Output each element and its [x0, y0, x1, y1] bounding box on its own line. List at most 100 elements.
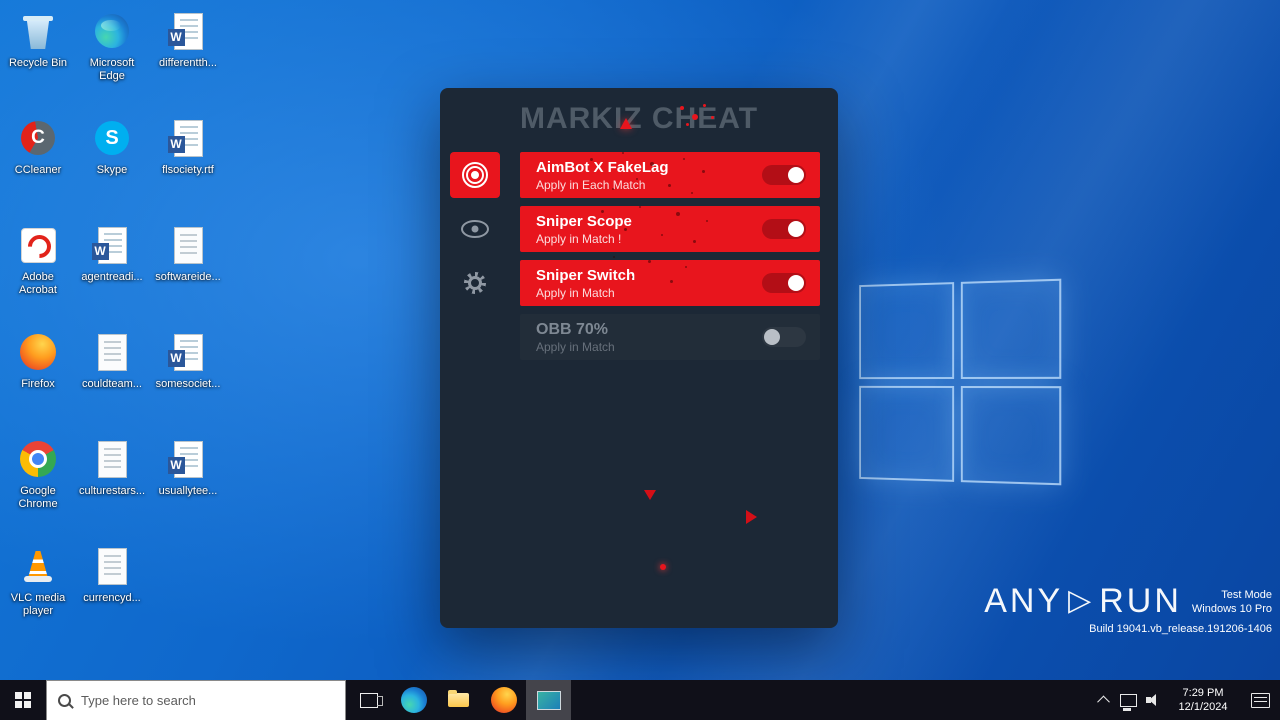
cheat-feature-list: AimBot X FakeLag Apply in Each Match Sni…: [520, 152, 820, 368]
desktop-icon-label: somesociet...: [155, 378, 221, 390]
desktop-icon[interactable]: couldteam...: [74, 327, 150, 434]
desktop-icon[interactable]: culturestars...: [74, 434, 150, 541]
desktop-icon[interactable]: VLC media player: [2, 541, 74, 648]
taskbar-file-explorer-button[interactable]: [436, 680, 481, 720]
desktop-icon-label: couldteam...: [82, 378, 142, 390]
cheat-feature-row: OBB 70% Apply in Match: [520, 314, 820, 360]
action-center-button[interactable]: [1240, 680, 1280, 720]
desktop-icon[interactable]: CCleaner: [2, 113, 74, 220]
taskbar-active-app-button[interactable]: [526, 680, 571, 720]
windows-start-icon: [15, 692, 31, 708]
os-name-label: Windows 10 Pro: [1191, 602, 1272, 615]
edge-icon: [95, 14, 129, 48]
cheat-sidebar: [450, 152, 500, 314]
desktop-icon-label: usuallytee...: [158, 485, 218, 497]
network-button[interactable]: [1116, 680, 1141, 720]
toggle-knob: [788, 221, 804, 237]
desktop-icon[interactable]: agentreadi...: [74, 220, 150, 327]
desktop-icon[interactable]: Microsoft Edge: [74, 6, 150, 113]
desktop-icon-label: CCleaner: [14, 164, 62, 176]
taskbar-search[interactable]: Type here to search: [46, 680, 346, 720]
text-icon: [97, 440, 127, 478]
volume-button[interactable]: [1141, 680, 1166, 720]
taskbar-clock[interactable]: 7:29 PM 12/1/2024: [1166, 680, 1240, 720]
word-icon: [167, 12, 203, 50]
edge-icon: [400, 687, 427, 713]
test-mode-label: Test Mode: [1221, 588, 1272, 601]
action-center-icon: [1250, 692, 1270, 708]
desktop-icon-label: differentth...: [159, 57, 217, 69]
chrome-icon: [20, 441, 56, 477]
feature-toggle[interactable]: [762, 219, 806, 239]
taskbar-firefox-button[interactable]: [481, 680, 526, 720]
word-icon: [167, 119, 203, 157]
feature-title: OBB 70%: [536, 320, 609, 338]
task-view-icon: [359, 692, 383, 708]
vlc-icon: [20, 548, 56, 584]
desktop-icon[interactable]: Skype: [74, 113, 150, 220]
search-placeholder: Type here to search: [81, 693, 196, 708]
cheat-feature-row: Sniper Switch Apply in Match: [520, 260, 820, 306]
desktop-icon-label: Google Chrome: [18, 485, 58, 510]
anyrun-watermark: ANY ▷ RUN Test Mode Windows 10 Pro Build…: [984, 582, 1272, 636]
desktop-icon-label: softwareide...: [155, 271, 221, 283]
firefox-icon: [490, 687, 517, 713]
desktop-icon[interactable]: usuallytee...: [150, 434, 226, 541]
desktop-icon-grid: Recycle Bin Microsoft Edge differentth..…: [2, 6, 226, 648]
desktop-icon[interactable]: Recycle Bin: [2, 6, 74, 113]
file-explorer-icon: [448, 690, 469, 707]
toggle-knob: [788, 275, 804, 291]
eye-icon: [461, 220, 489, 238]
hidden-icons-button[interactable]: [1091, 680, 1116, 720]
text-icon: [97, 547, 127, 585]
text-icon: [173, 226, 203, 264]
ethernet-network-icon: [1120, 693, 1137, 711]
clock-date: 12/1/2024: [1178, 701, 1228, 713]
desktop-icon[interactable]: Firefox: [2, 327, 74, 434]
desktop-icon[interactable]: softwareide...: [150, 220, 226, 327]
desktop-icon[interactable]: differentth...: [150, 6, 226, 113]
recycle-icon: [23, 13, 53, 49]
taskbar: Type here to search 7:29 PM 12/1/2024: [0, 680, 1280, 720]
speaker-icon: [1146, 693, 1161, 707]
feature-toggle[interactable]: [762, 327, 806, 347]
chevron-up-icon: [1097, 695, 1110, 708]
feature-title: Sniper Switch: [536, 266, 636, 284]
desktop-icon-label: Microsoft Edge: [89, 57, 135, 82]
desktop-icon[interactable]: currencyd...: [74, 541, 150, 648]
desktop-icon-label: Firefox: [21, 378, 55, 390]
windows-logo-wallpaper: [859, 278, 1062, 486]
desktop-icon-label: culturestars...: [78, 485, 146, 497]
skype-icon: [95, 121, 129, 155]
feature-toggle[interactable]: [762, 273, 806, 293]
cheat-feature-row: AimBot X FakeLag Apply in Each Match: [520, 152, 820, 198]
word-icon: [167, 333, 203, 371]
desktop-icon-label: Adobe Acrobat: [19, 271, 57, 296]
start-button[interactable]: [0, 680, 46, 720]
desktop-icon[interactable]: somesociet...: [150, 327, 226, 434]
taskbar-edge-button[interactable]: [391, 680, 436, 720]
play-icon: ▷: [1068, 583, 1095, 618]
word-icon: [91, 226, 127, 264]
feature-subtitle: Apply in Each Match: [536, 177, 646, 192]
toggle-knob: [788, 167, 804, 183]
text-icon: [97, 333, 127, 371]
task-view-button[interactable]: [346, 680, 391, 720]
desktop-wallpaper: Recycle Bin Microsoft Edge differentth..…: [0, 0, 1280, 680]
firefox-icon: [20, 334, 56, 370]
sidebar-tab-aim[interactable]: [450, 152, 500, 198]
ccleaner-icon: [21, 121, 55, 155]
sidebar-tab-visuals[interactable]: [450, 206, 500, 252]
desktop-icon[interactable]: Google Chrome: [2, 434, 74, 541]
sidebar-tab-settings[interactable]: [450, 260, 500, 306]
cheat-feature-row: Sniper Scope Apply in Match !: [520, 206, 820, 252]
crosshair-target-icon: [462, 162, 488, 188]
desktop-icon[interactable]: flsociety.rtf: [150, 113, 226, 220]
desktop-icon[interactable]: Adobe Acrobat: [2, 220, 74, 327]
feature-toggle[interactable]: [762, 165, 806, 185]
desktop-icon-label: agentreadi...: [81, 271, 143, 283]
desktop-icon-label: Skype: [96, 164, 128, 176]
desktop-icon-label: VLC media player: [10, 592, 66, 617]
cheat-window-title: MARKIZ CHEAT: [519, 102, 759, 135]
word-icon: [167, 440, 203, 478]
